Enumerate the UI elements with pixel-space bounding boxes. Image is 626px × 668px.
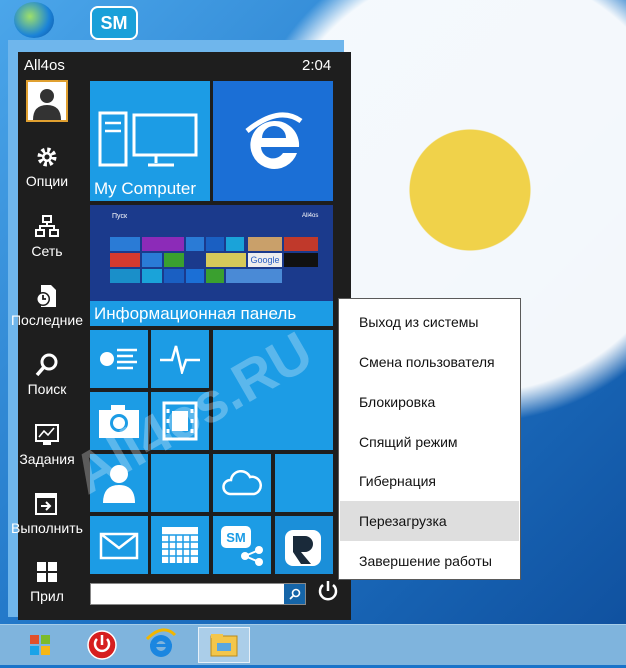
menu-item-shutdown[interactable]: Завершение работы <box>340 541 519 581</box>
preview-tile-grid: Google <box>110 237 322 297</box>
tasks-monitor-icon <box>35 424 59 445</box>
file-explorer-icon <box>210 634 238 657</box>
search-icon <box>288 588 300 600</box>
tile-cloud[interactable] <box>213 454 271 512</box>
sidebar-item-label: Выполнить <box>11 520 83 536</box>
search-icon <box>35 353 58 377</box>
power-button[interactable] <box>315 580 341 606</box>
tile-my-computer[interactable]: My Computer <box>90 81 210 201</box>
menu-item-restart[interactable]: Перезагрузка <box>340 501 519 541</box>
sidebar-item-label: Сеть <box>31 243 63 259</box>
windows-start-icon <box>30 635 50 655</box>
tile-label: My Computer <box>94 179 197 198</box>
internet-explorer-button[interactable] <box>137 627 185 663</box>
internet-explorer-icon <box>245 112 303 169</box>
power-icon <box>318 581 338 601</box>
search-button[interactable] <box>284 584 305 604</box>
sidebar-item-label: Поиск <box>27 381 67 397</box>
user-silhouette-icon <box>33 89 61 120</box>
sidebar-item-label: Последние <box>10 312 83 328</box>
tile-label: Информационная панель <box>94 304 297 323</box>
sidebar-item-options[interactable]: Опции <box>8 145 86 205</box>
preview-google: Google <box>248 253 282 267</box>
calendar-icon <box>162 527 198 563</box>
network-icon <box>35 215 59 237</box>
svg-text:SM: SM <box>226 530 246 545</box>
windows-start-button[interactable] <box>16 627 64 663</box>
sidebar-item-label: Опции <box>25 173 69 189</box>
tile-sm-share[interactable]: SM <box>213 516 271 574</box>
menu-item-lock[interactable]: Блокировка <box>340 382 519 422</box>
dashboard-preview: Пуск All4os Google <box>90 205 333 301</box>
run-icon <box>35 493 57 515</box>
menu-item-logoff[interactable]: Выход из системы <box>340 302 519 342</box>
sidebar-item-apps[interactable]: Прил <box>8 560 86 620</box>
recent-documents-icon <box>36 285 56 307</box>
user-name: All4os <box>24 57 65 74</box>
mail-icon <box>99 532 139 560</box>
sm-share-icon: SM <box>221 526 263 566</box>
power-app-button[interactable] <box>78 627 126 663</box>
file-explorer-button[interactable] <box>198 627 250 663</box>
sm-app-icon[interactable]: SM <box>90 6 138 40</box>
preview-user: All4os <box>302 213 319 219</box>
sidebar-item-network[interactable]: Сеть <box>8 215 86 275</box>
sidebar-item-search[interactable]: Поиск <box>8 353 86 413</box>
tile-list-settings[interactable] <box>90 330 148 388</box>
preview-title: Пуск <box>112 213 128 220</box>
tile-empty-2[interactable] <box>275 454 333 512</box>
power-app-icon <box>87 630 117 660</box>
user-avatar[interactable] <box>26 80 68 122</box>
internet-explorer-icon <box>145 628 177 657</box>
menu-item-sleep[interactable]: Спящий режим <box>340 422 519 462</box>
list-settings-icon <box>100 348 137 370</box>
search-input[interactable] <box>90 583 306 605</box>
sidebar-item-label: Прил <box>30 588 64 604</box>
cloud-icon <box>222 470 262 496</box>
apps-grid-icon <box>37 562 57 582</box>
tile-mail[interactable] <box>90 516 148 574</box>
menu-item-hibernate[interactable]: Гибернация <box>340 461 519 501</box>
tile-r-app[interactable] <box>275 516 333 574</box>
taskbar <box>0 624 626 665</box>
sidebar-item-recent[interactable]: Последние <box>8 284 86 344</box>
tile-calendar[interactable] <box>151 516 209 574</box>
clock: 2:04 <box>302 57 332 74</box>
tile-dashboard[interactable]: Пуск All4os Google Информационная панель <box>90 205 333 326</box>
menu-item-switch-user[interactable]: Смена пользователя <box>340 342 519 382</box>
tile-internet-explorer[interactable] <box>213 81 333 201</box>
r-app-icon <box>285 530 321 566</box>
sidebar-item-run[interactable]: Выполнить <box>8 492 86 552</box>
power-context-menu: Выход из системы Смена пользователя Блок… <box>338 298 521 580</box>
gear-icon <box>37 147 57 167</box>
network-globe-icon[interactable] <box>14 2 54 38</box>
pulse-icon <box>160 345 200 374</box>
computer-icon <box>98 111 198 167</box>
